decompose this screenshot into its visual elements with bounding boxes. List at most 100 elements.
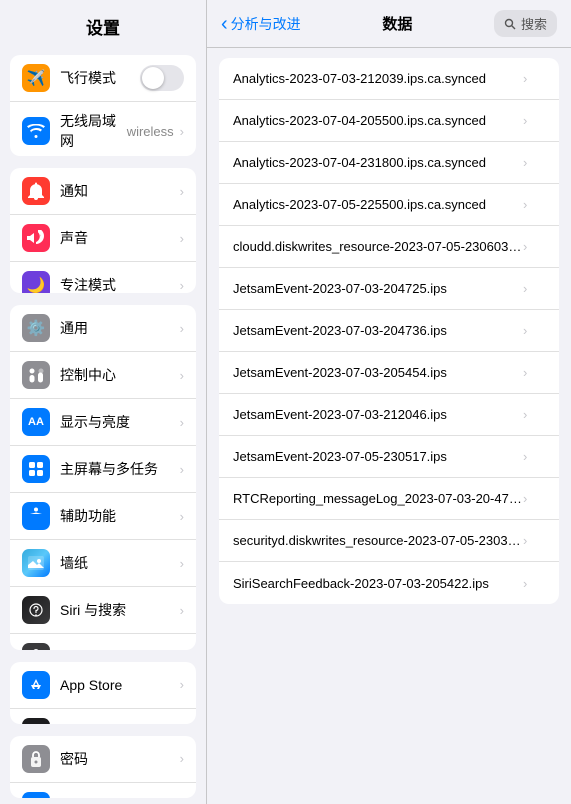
sidebar-item-applepencil[interactable]: Apple Pencil › <box>10 634 196 650</box>
chevron-right-icon: › <box>180 124 184 139</box>
list-item[interactable]: JetsamEvent-2023-07-03-204725.ips › <box>219 268 559 310</box>
sidebar-item-label: App Store <box>60 677 178 693</box>
chevron-right-icon: › <box>523 197 527 212</box>
back-button[interactable]: ‹ 分析与改进 <box>221 14 301 34</box>
list-item-label: Analytics-2023-07-05-225500.ips.ca.synce… <box>233 197 523 212</box>
list-item-label: JetsamEvent-2023-07-03-204736.ips <box>233 323 523 338</box>
chevron-right-icon: › <box>180 415 184 430</box>
sidebar-item-label: 显示与亮度 <box>60 412 178 432</box>
chevron-right-icon: › <box>523 155 527 170</box>
sidebar-item-notification[interactable]: 通知 › <box>10 168 196 215</box>
sidebar-item-label: 辅助功能 <box>60 506 178 526</box>
list-item-label: JetsamEvent-2023-07-03-204725.ips <box>233 281 523 296</box>
chevron-right-icon: › <box>523 323 527 338</box>
chevron-right-icon: › <box>523 533 527 548</box>
sidebar-item-label: 通用 <box>60 318 178 338</box>
list-item[interactable]: cloudd.diskwrites_resource-2023-07-05-23… <box>219 226 559 268</box>
airplane-icon: ✈️ <box>22 64 50 92</box>
search-button[interactable]: 搜索 <box>494 10 557 37</box>
sidebar-section-1: ✈️ 飞行模式 无线局域网 wireless › 蓝牙 打开 › <box>10 55 196 156</box>
appstore-icon <box>22 671 50 699</box>
chevron-right-icon: › <box>180 368 184 383</box>
header-title: 数据 <box>309 13 486 34</box>
sidebar-item-passwords[interactable]: 密码 › <box>10 736 196 783</box>
chevron-right-icon: › <box>523 239 527 254</box>
sidebar-item-label: 专注模式 <box>60 275 178 293</box>
list-item-label: JetsamEvent-2023-07-03-205454.ips <box>233 365 523 380</box>
sidebar-item-siri[interactable]: Siri 与搜索 › <box>10 587 196 634</box>
chevron-right-icon: › <box>523 407 527 422</box>
list-item[interactable]: JetsamEvent-2023-07-05-230517.ips › <box>219 436 559 478</box>
list-item-label: securityd.diskwrites_resource-2023-07-05… <box>233 533 523 548</box>
list-item[interactable]: Analytics-2023-07-04-231800.ips.ca.synce… <box>219 142 559 184</box>
list-item[interactable]: JetsamEvent-2023-07-03-205454.ips › <box>219 352 559 394</box>
sidebar-item-label: 密码 <box>60 749 178 769</box>
sidebar-item-label: Apple Pencil <box>60 649 178 650</box>
mail-icon <box>22 792 50 798</box>
sidebar-section-5: 密码 › 邮件 › <box>10 736 196 798</box>
main-panel: ‹ 分析与改进 数据 搜索 Analytics-2023-07-03-21203… <box>207 0 571 804</box>
sidebar-item-mail[interactable]: 邮件 › <box>10 783 196 798</box>
list-item[interactable]: Analytics-2023-07-03-212039.ips.ca.synce… <box>219 58 559 100</box>
list-item[interactable]: SiriSearchFeedback-2023-07-03-205422.ips… <box>219 562 559 604</box>
sidebar-section-3: ⚙️ 通用 › 控制中心 › AA 显示与亮度 › 主屏幕与多任务 › <box>10 305 196 650</box>
sidebar-item-label: 无线局域网 <box>60 111 127 151</box>
sidebar-item-controlcenter[interactable]: 控制中心 › <box>10 352 196 399</box>
notification-icon <box>22 177 50 205</box>
list-item-label: Analytics-2023-07-04-231800.ips.ca.synce… <box>233 155 523 170</box>
sidebar-item-label: 通知 <box>60 181 178 201</box>
sound-icon <box>22 224 50 252</box>
sidebar-item-label: 声音 <box>60 228 178 248</box>
sidebar-item-display[interactable]: AA 显示与亮度 › <box>10 399 196 446</box>
sidebar: 设置 ✈️ 飞行模式 无线局域网 wireless › 蓝牙 打开 › <box>0 0 207 804</box>
display-icon: AA <box>22 408 50 436</box>
sidebar-item-wifi[interactable]: 无线局域网 wireless › <box>10 102 196 156</box>
sidebar-item-homescreen[interactable]: 主屏幕与多任务 › <box>10 446 196 493</box>
chevron-right-icon: › <box>180 462 184 477</box>
list-item[interactable]: JetsamEvent-2023-07-03-212046.ips › <box>219 394 559 436</box>
analytics-list: Analytics-2023-07-03-212039.ips.ca.synce… <box>219 58 559 604</box>
list-item-label: JetsamEvent-2023-07-03-212046.ips <box>233 407 523 422</box>
list-item[interactable]: JetsamEvent-2023-07-03-204736.ips › <box>219 310 559 352</box>
chevron-right-icon: › <box>180 278 184 293</box>
list-item[interactable]: Analytics-2023-07-05-225500.ips.ca.synce… <box>219 184 559 226</box>
list-container: Analytics-2023-07-03-212039.ips.ca.synce… <box>207 48 571 804</box>
accessibility-icon <box>22 502 50 530</box>
sidebar-item-label: 控制中心 <box>60 365 178 385</box>
list-item[interactable]: securityd.diskwrites_resource-2023-07-05… <box>219 520 559 562</box>
chevron-right-icon: › <box>523 491 527 506</box>
general-icon: ⚙️ <box>22 314 50 342</box>
siri-icon <box>22 596 50 624</box>
main-header: ‹ 分析与改进 数据 搜索 <box>207 0 571 48</box>
back-label: 分析与改进 <box>231 14 301 34</box>
sidebar-item-general[interactable]: ⚙️ 通用 › <box>10 305 196 352</box>
chevron-right-icon: › <box>180 509 184 524</box>
sidebar-item-wallpaper[interactable]: 墙纸 › <box>10 540 196 587</box>
chevron-right-icon: › <box>523 71 527 86</box>
sidebar-item-label: 主屏幕与多任务 <box>60 459 178 479</box>
sidebar-item-label: 飞行模式 <box>60 68 140 88</box>
sidebar-item-focus[interactable]: 🌙 专注模式 › <box>10 262 196 293</box>
sidebar-item-label: 邮件 <box>60 796 178 798</box>
chevron-right-icon: › <box>180 751 184 766</box>
sidebar-item-sound[interactable]: 声音 › <box>10 215 196 262</box>
list-item[interactable]: Analytics-2023-07-04-205500.ips.ca.synce… <box>219 100 559 142</box>
sidebar-item-airplane[interactable]: ✈️ 飞行模式 <box>10 55 196 102</box>
sidebar-item-appstore[interactable]: App Store › <box>10 662 196 709</box>
list-item[interactable]: RTCReporting_messageLog_2023-07-03-20-47… <box>219 478 559 520</box>
list-item-label: Analytics-2023-07-03-212039.ips.ca.synce… <box>233 71 523 86</box>
wallpaper-icon <box>22 549 50 577</box>
sidebar-item-wallet[interactable]: 钱包与 Apple Pay › <box>10 709 196 724</box>
sidebar-title: 设置 <box>0 0 206 49</box>
focus-icon: 🌙 <box>22 271 50 293</box>
wifi-icon <box>22 117 50 145</box>
chevron-right-icon: › <box>523 281 527 296</box>
controlcenter-icon <box>22 361 50 389</box>
search-label: 搜索 <box>521 14 547 33</box>
list-item-label: SiriSearchFeedback-2023-07-03-205422.ips <box>233 576 523 591</box>
airplane-toggle[interactable] <box>140 65 184 91</box>
sidebar-item-accessibility[interactable]: 辅助功能 › <box>10 493 196 540</box>
search-icon <box>504 18 516 30</box>
chevron-right-icon: › <box>523 365 527 380</box>
back-chevron-icon: ‹ <box>221 14 228 34</box>
